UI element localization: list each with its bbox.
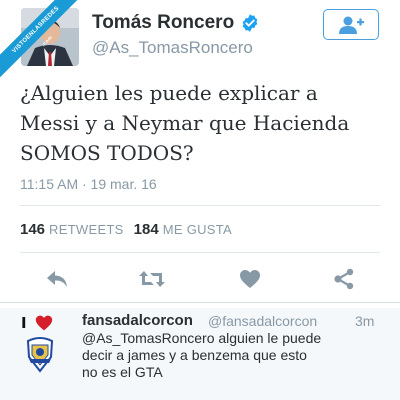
logo-letter: I [21,314,27,332]
author-name[interactable]: Tomás Roncero [92,12,234,34]
share-button[interactable] [329,264,359,294]
follow-button[interactable] [323,9,379,40]
retweet-icon [139,271,165,287]
reply-timestamp[interactable]: 3m [355,313,374,329]
retweets-stat[interactable]: 146 RETWEETS [20,221,124,239]
tweet-actions [0,264,400,296]
verified-badge-icon [242,14,258,32]
retweets-label: RETWEETS [49,222,124,237]
reply-icon [47,271,67,287]
reply-button[interactable] [42,264,72,294]
author-name-row: Tomás Roncero [92,12,260,34]
add-user-icon [339,16,364,34]
divider [20,205,380,206]
likes-stat[interactable]: 184 ME GUSTA [134,221,232,239]
reply-avatar-logo: I [21,314,55,332]
reply-author-handle[interactable]: @fansadalcorcon [208,313,317,329]
share-icon [334,268,354,290]
reply-text: @As_TomasRoncero alguien le puede decir … [82,330,322,380]
author-handle[interactable]: @As_TomasRoncero [92,38,253,58]
club-crest-icon [26,337,54,373]
tweet-timestamp[interactable]: 11:15 AM · 19 mar. 16 [20,176,157,192]
retweets-count: 146 [20,221,46,238]
like-icon [240,270,260,288]
retweet-button[interactable] [137,264,167,294]
divider [0,302,400,303]
reply-author-name[interactable]: fansadalcorcon [82,312,193,329]
divider [20,252,380,253]
tweet-stats: 146 RETWEETS 184 ME GUSTA [20,221,232,239]
tweet-text: ¿Alguien les puede explicar a Messi y a … [20,81,350,165]
like-button[interactable] [235,264,265,294]
heart-icon [35,315,52,331]
likes-label: ME GUSTA [162,222,233,237]
likes-count: 184 [133,221,159,238]
